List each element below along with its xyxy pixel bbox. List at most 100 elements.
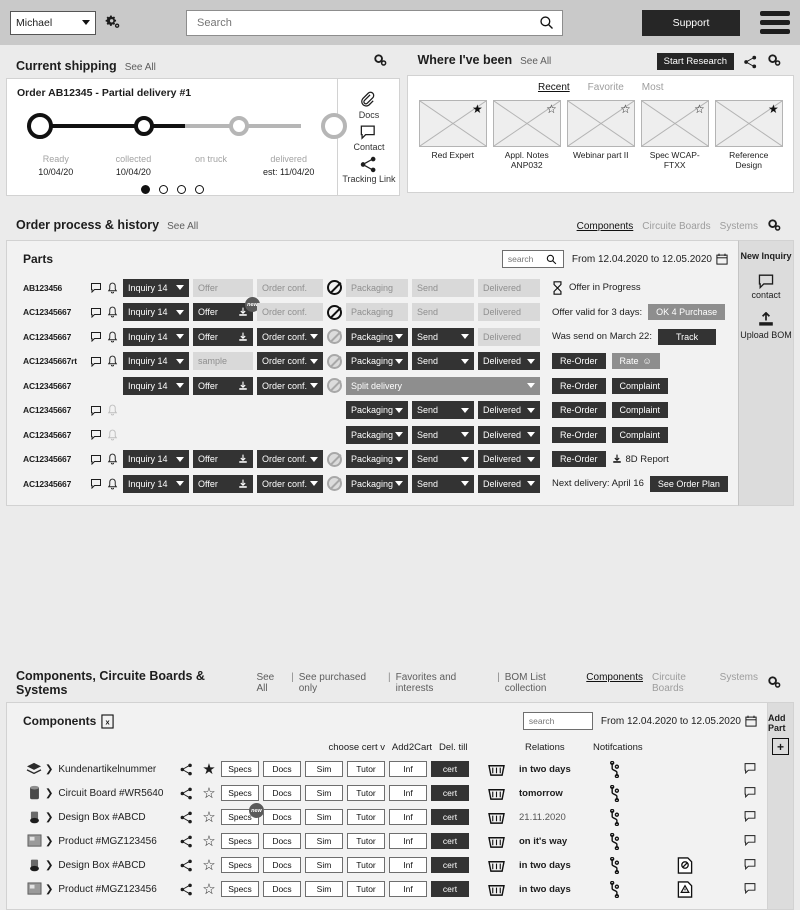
components-date-range[interactable]: From 12.04.2020 to 12.05.2020 (601, 715, 757, 727)
stage-packaging[interactable]: Packaging (346, 474, 408, 493)
chevron-right-icon[interactable]: ❯ (45, 884, 53, 895)
favorite-star-icon[interactable]: ★ (472, 103, 483, 115)
stage-order-conf[interactable]: Order conf. (257, 278, 323, 297)
stage-delivered[interactable]: Delivered (478, 450, 540, 468)
chat-bubble-icon[interactable] (89, 307, 102, 318)
start-research-button[interactable]: Start Research (656, 53, 734, 70)
stage-inquiry[interactable]: Inquiry 14 (123, 376, 189, 395)
bell-icon[interactable] (106, 404, 119, 416)
specs-button[interactable]: Specs (221, 833, 259, 849)
gear-icon[interactable] (373, 53, 390, 70)
component-name-cell[interactable]: ❯ Kundenartikelnummer (45, 764, 175, 775)
tab-circuite-boards[interactable]: Circuite Boards (652, 672, 711, 694)
docs-button[interactable]: Docs (263, 809, 301, 825)
inf-button[interactable]: Inf (389, 761, 427, 777)
component-name-cell[interactable]: ❯ Design Box #ABCD (45, 812, 175, 823)
see-order-plan-button[interactable]: See Order Plan (649, 475, 728, 492)
chat-bubble-icon[interactable] (89, 478, 102, 489)
thumbnail-placeholder[interactable]: ☆ (492, 100, 561, 147)
calendar-icon[interactable] (745, 715, 757, 727)
stage-delivered[interactable]: Delivered (478, 327, 540, 346)
relations-icon[interactable] (601, 760, 671, 778)
favorite-star-icon[interactable]: ☆ (694, 103, 705, 115)
favorite-star-icon[interactable]: ★ (197, 760, 221, 778)
visited-item[interactable]: ☆ Spec WCAP-FTXX (640, 100, 709, 170)
table-row[interactable]: AC12345667 Inquiry 14 Offer Order conf. … (7, 448, 738, 471)
chat-bubble-icon[interactable] (743, 810, 757, 825)
relations-icon[interactable] (601, 784, 671, 802)
add-part-button[interactable]: + (772, 738, 789, 755)
share-icon[interactable] (175, 787, 197, 800)
components-see-all[interactable]: See All (256, 672, 286, 694)
pagination-dot[interactable] (176, 185, 186, 194)
table-row[interactable]: AB123456 Inquiry 14 Offer Order conf. Pa… (7, 276, 738, 299)
order-process-see-all[interactable]: See All (167, 221, 198, 232)
favorites-link[interactable]: Favorites and interests (396, 672, 492, 694)
stage-delivered[interactable]: Delivered (478, 425, 540, 444)
parts-search[interactable] (501, 250, 564, 268)
complaint-button[interactable]: Complaint (611, 426, 669, 443)
current-shipping-see-all[interactable]: See All (125, 62, 156, 73)
cert-button[interactable]: cert (431, 761, 469, 777)
favorite-star-icon[interactable]: ☆ (546, 103, 557, 115)
bell-icon[interactable] (106, 282, 119, 294)
bell-icon[interactable] (106, 306, 119, 318)
search-input[interactable] (195, 15, 539, 30)
re-order-button[interactable]: Re-Order (552, 402, 606, 418)
bell-icon[interactable] (106, 478, 119, 490)
list-item[interactable]: ❯ Design Box #ABCD ☆ Specs Docs Sim Tutor… (7, 853, 767, 877)
share-icon[interactable] (743, 55, 758, 69)
relations-icon[interactable] (601, 832, 671, 850)
stage-order-conf[interactable]: Order conf. (257, 450, 323, 468)
tutor-button[interactable]: Tutor (347, 857, 385, 873)
chat-bubble-icon[interactable] (743, 834, 757, 849)
component-name-cell[interactable]: ❯ Product #MGZ123456 (45, 884, 175, 895)
inf-button[interactable]: Inf (389, 785, 427, 801)
stage-packaging[interactable]: Packaging (346, 352, 408, 370)
stage-offer[interactable]: Offer (193, 450, 253, 468)
specs-button[interactable]: Specs new (221, 803, 264, 825)
stage-send[interactable]: Send (412, 278, 474, 297)
tab-systems[interactable]: Systems (720, 221, 758, 232)
cert-button[interactable]: cert (431, 857, 469, 873)
chat-bubble-icon[interactable] (89, 405, 102, 416)
favorite-star-icon[interactable]: ☆ (197, 784, 221, 802)
sim-button[interactable]: Sim (305, 761, 343, 777)
search-icon[interactable] (539, 15, 554, 30)
visited-item[interactable]: ★ Red Expert (418, 100, 487, 170)
stage-send[interactable]: Send (412, 474, 474, 493)
thumbnail-placeholder[interactable]: ★ (714, 100, 783, 147)
chevron-right-icon[interactable]: ❯ (45, 812, 53, 823)
re-order-button[interactable]: Re-Order (552, 377, 606, 394)
tutor-button[interactable]: Tutor (347, 785, 385, 801)
tab-components[interactable]: Components (586, 672, 643, 694)
chevron-right-icon[interactable]: ❯ (45, 860, 53, 871)
stage-delivered[interactable]: Delivered (478, 303, 540, 321)
bell-icon[interactable] (106, 453, 119, 465)
new-inquiry-label[interactable]: New Inquiry (740, 251, 791, 262)
component-name-cell[interactable]: ❯ Design Box #ABCD (45, 860, 175, 871)
stage-offer[interactable]: Offer (193, 278, 253, 297)
chat-bubble-icon[interactable] (743, 762, 757, 777)
sim-button[interactable]: Sim (305, 881, 343, 897)
re-order-button[interactable]: Re-Order (552, 353, 606, 369)
share-icon[interactable] (175, 835, 197, 848)
support-button[interactable]: Support (642, 9, 740, 36)
favorite-star-icon[interactable]: ☆ (620, 103, 631, 115)
doc-warning-icon[interactable] (671, 880, 743, 898)
stage-order-conf[interactable]: Order conf. (257, 474, 323, 493)
tutor-button[interactable]: Tutor (347, 809, 385, 825)
table-row[interactable]: AC12345667 Packaging Send Delivered Re-O… (7, 399, 738, 422)
stage-packaging[interactable]: Packaging (346, 450, 408, 468)
shipping-node-ready[interactable] (27, 113, 53, 139)
search-bar[interactable] (186, 9, 563, 36)
add-to-cart-icon[interactable] (473, 762, 519, 777)
specs-button[interactable]: Specs (221, 881, 259, 897)
stage-packaging[interactable]: Packaging (346, 327, 408, 346)
ok-4-purchase-button[interactable]: OK 4 Purchase (648, 304, 726, 320)
chevron-right-icon[interactable]: ❯ (45, 764, 53, 775)
cert-button[interactable]: cert (431, 833, 469, 849)
stage-offer[interactable]: Offer (193, 327, 253, 346)
contact-action[interactable]: contact (751, 273, 781, 301)
stage-packaging[interactable]: Packaging (346, 425, 408, 444)
